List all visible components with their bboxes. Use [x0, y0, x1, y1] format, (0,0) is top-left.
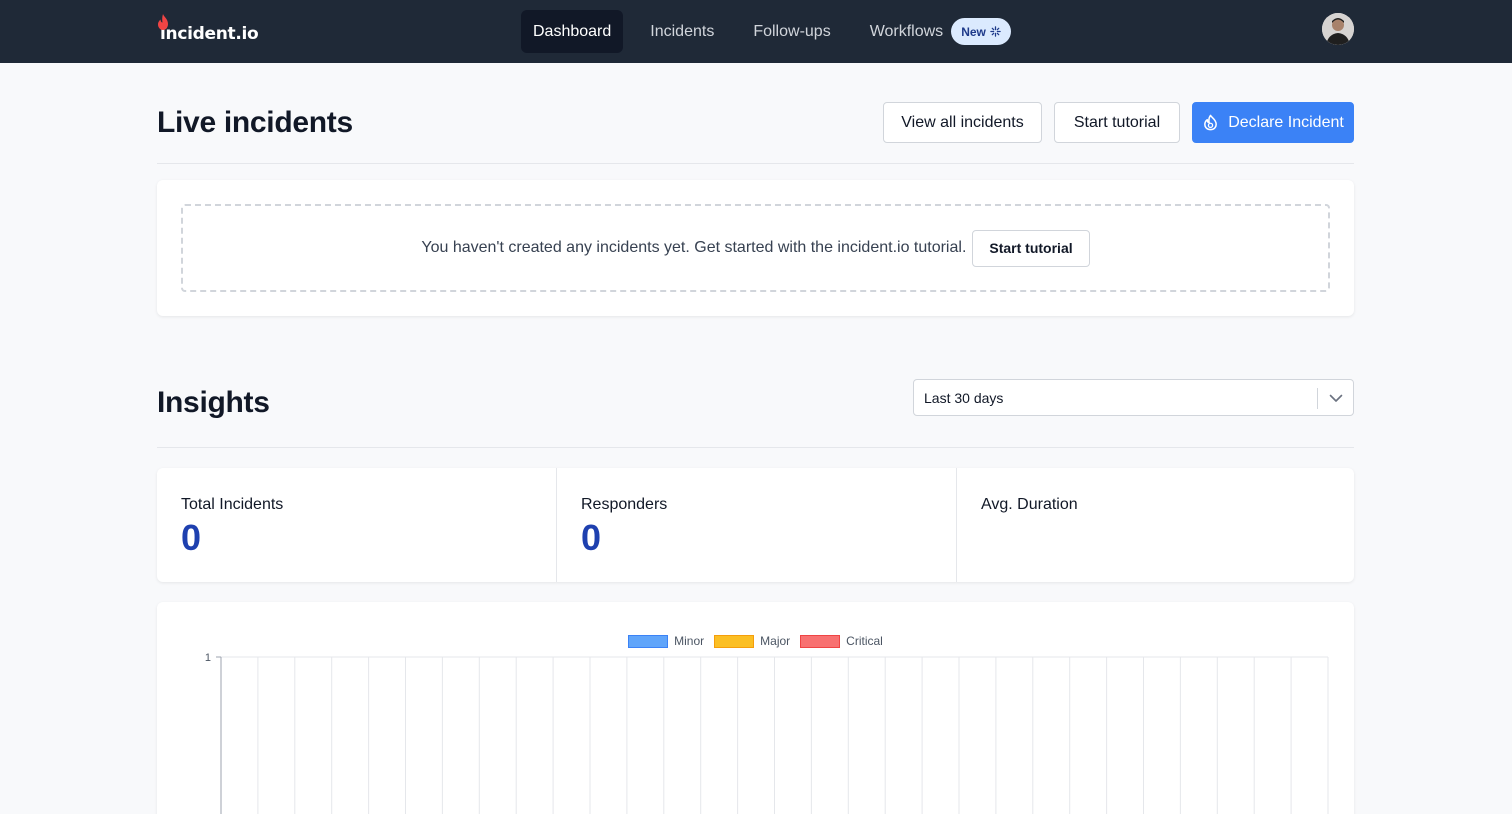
incidents-chart: 1: [205, 652, 1329, 814]
date-range-select[interactable]: Last 30 days: [913, 379, 1354, 416]
avatar-image: [1322, 13, 1354, 45]
declare-incident-button[interactable]: Declare Incident: [1192, 102, 1354, 143]
new-badge: New: [951, 18, 1011, 45]
nav-item-workflows[interactable]: Workflows New: [858, 10, 1011, 53]
stat-label: Avg. Duration: [981, 496, 1078, 513]
stat-value: 0: [581, 517, 602, 558]
stat-responders: Responders 0: [556, 468, 955, 582]
stat-label: Responders: [581, 496, 668, 513]
view-all-incidents-button[interactable]: View all incidents: [883, 102, 1042, 143]
date-range-value: Last 30 days: [924, 390, 1004, 406]
user-avatar[interactable]: [1322, 13, 1354, 45]
top-nav-bar: incident.io Dashboard Incidents Follow-u…: [0, 0, 1512, 63]
y-tick-label: 1: [205, 652, 211, 664]
insights-title: Insights: [157, 386, 270, 419]
flame-outline-icon: [1204, 114, 1218, 131]
stat-value: 0: [181, 517, 202, 558]
badge-label: New: [961, 24, 986, 39]
empty-state-text: You haven't created any incidents yet. G…: [421, 239, 967, 256]
chevron-down-icon[interactable]: [1328, 390, 1344, 406]
select-separator: [1317, 388, 1318, 409]
insights-divider: [157, 447, 1354, 448]
page-title: Live incidents: [157, 106, 353, 139]
nav-item-dashboard[interactable]: Dashboard: [521, 10, 624, 53]
stats-card: Total Incidents 0 Responders 0 Avg. Dura…: [157, 468, 1354, 582]
brand-logo[interactable]: incident.io: [157, 14, 259, 44]
declare-incident-label: Declare Incident: [1228, 113, 1344, 131]
incidents-chart-card: Minor Major Critical 1: [157, 602, 1354, 814]
nav-item-incidents[interactable]: Incidents: [638, 10, 726, 53]
empty-state: You haven't created any incidents yet. G…: [181, 204, 1330, 292]
sparkle-icon: [990, 26, 1001, 37]
start-tutorial-button[interactable]: Start tutorial: [1054, 102, 1180, 143]
brand-name: incident.io: [160, 24, 259, 44]
flame-icon: [158, 14, 168, 30]
stat-label: Total Incidents: [181, 496, 284, 513]
live-incidents-card: You haven't created any incidents yet. G…: [157, 180, 1354, 316]
main-nav: Dashboard Incidents Follow-ups Workflows…: [521, 10, 1011, 53]
live-divider: [157, 163, 1354, 164]
empty-state-tutorial-button[interactable]: Start tutorial: [972, 229, 1090, 267]
nav-item-follow-ups[interactable]: Follow-ups: [741, 10, 842, 53]
stat-avg-duration: Avg. Duration: [956, 468, 1355, 582]
stat-total-incidents: Total Incidents 0: [157, 468, 556, 582]
nav-item-label: Workflows: [869, 22, 944, 40]
